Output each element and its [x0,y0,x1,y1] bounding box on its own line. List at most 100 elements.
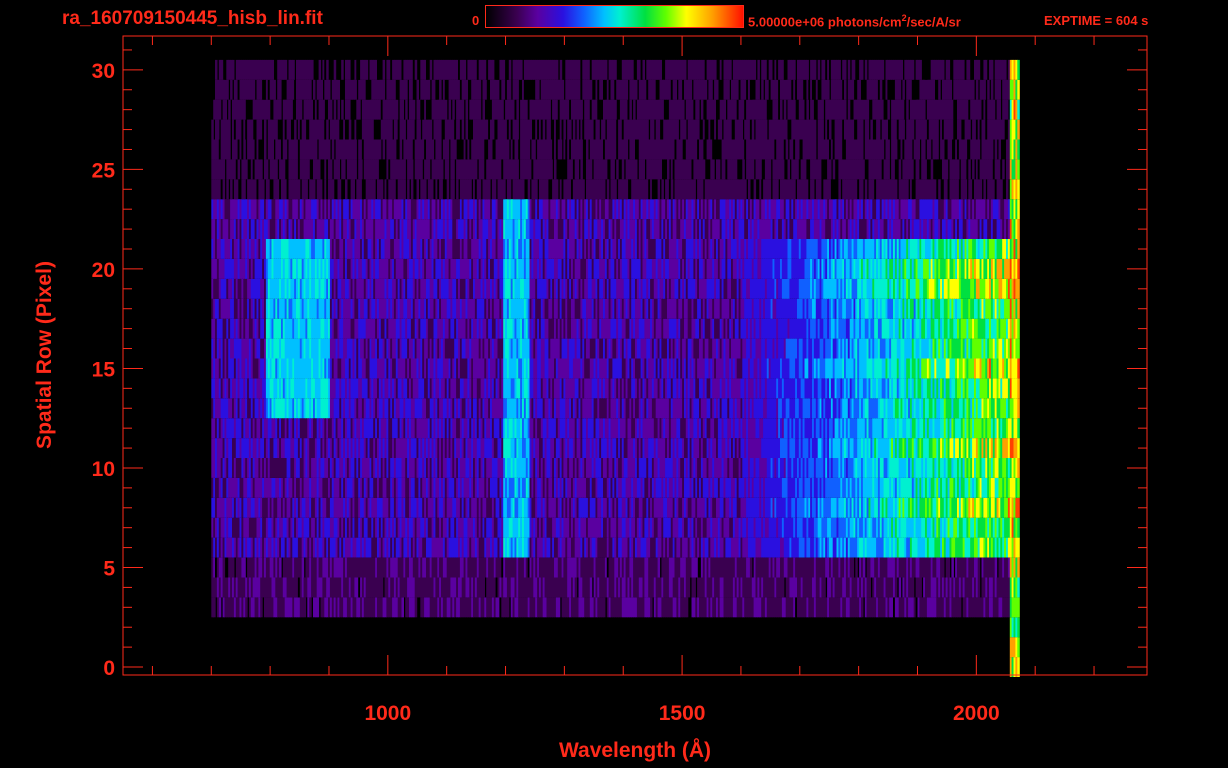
heatmap-cell [380,577,384,598]
heatmap-cell [363,617,367,638]
heatmap-cell [898,617,902,638]
heatmap-cell [1017,458,1020,478]
heatmap-cell [938,617,941,638]
heatmap-cell [437,637,440,658]
heatmap-cell [889,617,892,638]
heatmap-cell [328,637,331,658]
heatmap-cell [977,557,981,578]
heatmap-cell [770,617,774,638]
heatmap-cell [313,657,316,677]
heatmap-cell [687,577,691,598]
heatmap-cell [925,657,928,677]
heatmap-cell [410,617,414,638]
heatmap-cell [426,637,429,658]
heatmap-cell [983,617,986,638]
heatmap-cell [435,657,438,677]
heatmap-cell [433,637,436,658]
heatmap-cell [296,617,299,638]
heatmap-cell [384,637,387,658]
heatmap-cell [527,657,531,677]
heatmap-cell [812,617,815,638]
heatmap-cell [346,637,350,658]
heatmap-cell [708,637,711,658]
heatmap-cell [964,657,968,677]
heatmap-cell [441,617,444,638]
heatmap-cell [218,637,222,658]
heatmap-cell [908,617,911,638]
heatmap-cell [618,637,621,658]
heatmap-cell [557,617,561,638]
heatmap-cell [301,637,305,658]
heatmap-cell [684,617,687,638]
heatmap-cell [740,637,743,658]
heatmap-cell [405,617,408,638]
heatmap-cell [879,637,883,658]
heatmap-cell [938,637,941,658]
heatmap-cell [734,657,738,677]
heatmap-cell [695,637,698,658]
heatmap-cell [258,637,261,658]
heatmap-cell [446,617,450,638]
heatmap-cell [813,657,817,677]
heatmap-cell [659,637,662,658]
heatmap-cell [254,637,258,658]
heatmap-cell [861,637,864,658]
heatmap-cell [459,617,463,638]
heatmap-cell [770,657,774,677]
heatmap-cell [535,617,538,638]
heatmap-cell [250,657,254,677]
heatmap-cell [226,637,229,658]
heatmap-cell [736,637,740,658]
heatmap-cell [614,617,617,638]
heatmap-cell [868,657,871,677]
heatmap-cell [808,657,811,677]
heatmap-cell [273,657,276,677]
heatmap-cell [390,637,393,658]
heatmap-cell [972,637,975,658]
heatmap-cell [241,657,244,677]
heatmap-cell [248,617,252,638]
heatmap-cell [555,657,559,677]
heatmap-cell [864,657,868,677]
heatmap-cell [232,617,235,638]
heatmap-cell [414,657,418,677]
heatmap-cell [343,617,346,638]
heatmap-cell [335,657,339,677]
heatmap-cell [894,577,898,598]
heatmap-cell [697,617,700,638]
heatmap-cell [755,617,758,638]
heatmap-cell [429,637,433,658]
heatmap-cell [672,617,676,638]
heatmap-cell [299,657,303,677]
heatmap-cell [482,577,485,598]
heatmap-cell [603,597,606,618]
heatmap-cell [700,657,704,677]
heatmap-cell [757,657,760,677]
heatmap-cell [279,557,282,578]
heatmap-cell [288,657,291,677]
heatmap-cell [431,617,435,638]
heatmap-cell [951,557,954,578]
heatmap-cell [248,637,252,658]
heatmap-cell [233,657,237,677]
heatmap-cell [663,657,666,677]
heatmap-cell [506,597,510,618]
heatmap-cell [279,617,282,638]
heatmap-cell [906,637,909,658]
heatmap-cell [823,577,826,598]
heatmap-cell [650,657,653,677]
heatmap-cell [444,637,448,658]
heatmap-cell [957,617,960,638]
heatmap-cell [1017,657,1020,677]
heatmap-cell [569,637,572,658]
heatmap-cell [426,657,429,677]
heatmap-cell [832,617,836,638]
heatmap-cell [704,617,708,638]
heatmap-cell [471,617,474,638]
heatmap-cell [550,637,553,658]
heatmap-cell [414,597,418,618]
heatmap-cell [486,617,489,638]
heatmap-cell [791,657,794,677]
heatmap-cell [233,637,237,658]
heatmap-cell [286,617,290,638]
